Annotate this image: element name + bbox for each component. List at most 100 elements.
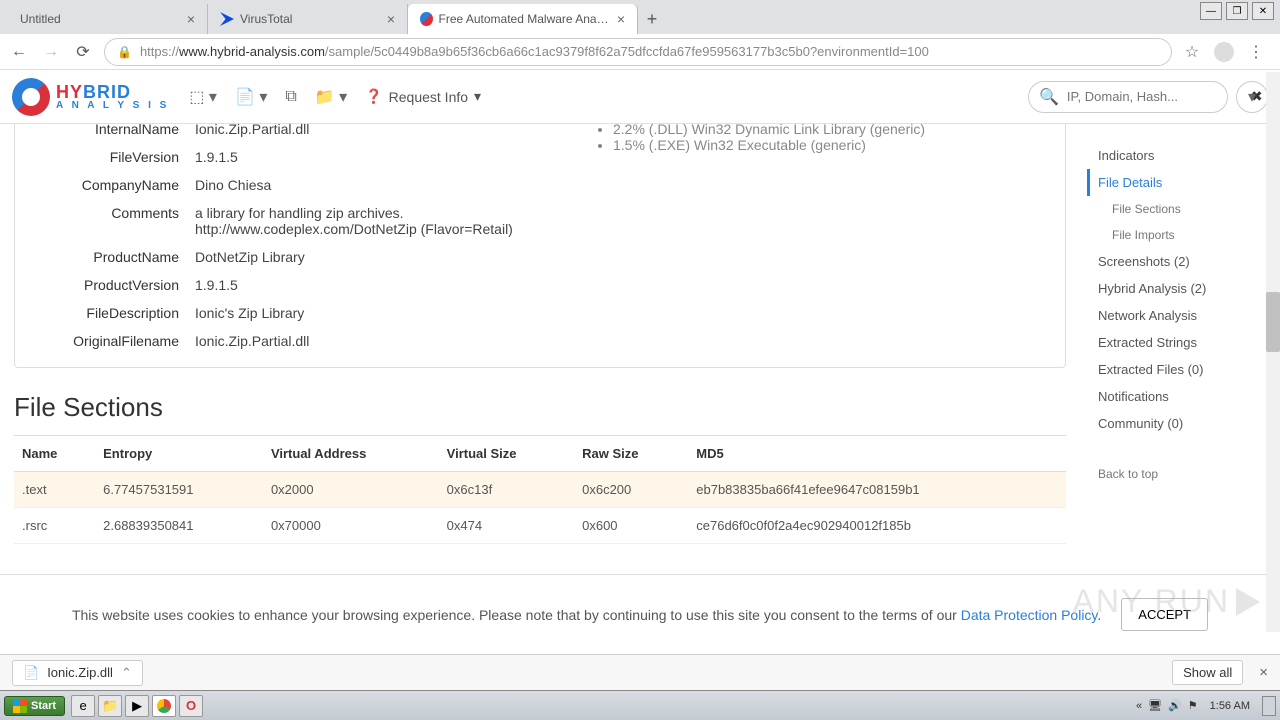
chevron-up-icon[interactable]: ⌃ (121, 665, 132, 681)
lock-icon: 🔒 (117, 45, 132, 59)
file-identity-panel: Assembly Version1.9.1.5InternalNameIonic… (15, 124, 555, 355)
back-to-top-link[interactable]: Back to top (1098, 461, 1280, 487)
star-icon[interactable]: ☆ (1182, 42, 1202, 62)
chevron-down-icon: ▾ (474, 88, 481, 105)
sidebar-item[interactable]: Community (0) (1098, 410, 1280, 437)
chrome-icon[interactable] (152, 695, 176, 717)
side-nav: IndicatorsFile DetailsFile SectionsFile … (1080, 124, 1280, 574)
col-header: Virtual Size (439, 436, 574, 472)
ie-icon[interactable]: e (71, 695, 95, 717)
url-host: www.hybrid-analysis.com (179, 44, 325, 59)
new-tab-button[interactable]: + (638, 4, 666, 34)
copy-icon[interactable]: ⧉ (285, 88, 296, 106)
col-header: Entropy (95, 436, 263, 472)
forward-button[interactable]: → (40, 41, 62, 63)
kv-label: CompanyName (15, 177, 195, 193)
tray-desktop-button[interactable] (1262, 696, 1276, 716)
kv-row: ProductVersion1.9.1.5 (15, 271, 555, 299)
sidebar-item[interactable]: File Sections (1098, 196, 1280, 222)
kv-label: FileDescription (15, 305, 195, 321)
close-icon[interactable]: × (187, 11, 195, 27)
opera-icon[interactable]: O (179, 695, 203, 717)
col-header: MD5 (688, 436, 1066, 472)
data-protection-link[interactable]: Data Protection Policy (961, 607, 1098, 623)
sidebar-item[interactable]: File Details (1087, 169, 1280, 196)
user-menu-button[interactable]: ▾ (1236, 81, 1268, 113)
url-path: /sample/5c0449b8a9b65f36cb6a66c1ac9379f8… (325, 44, 929, 59)
sidebar-item[interactable]: Network Analysis (1098, 302, 1280, 329)
sidebar-item[interactable]: Notifications (1098, 383, 1280, 410)
kv-row: CompanyNameDino Chiesa (15, 171, 555, 199)
kv-value: Ionic.Zip.Partial.dll (195, 333, 309, 349)
type-hint-item: 1.5% (.EXE) Win32 Executable (generic) (613, 137, 1065, 153)
kv-label: FileVersion (15, 149, 195, 165)
cell: .rsrc (14, 508, 95, 544)
kv-row: InternalNameIonic.Zip.Partial.dll (15, 124, 555, 143)
cell: 2.68839350841 (95, 508, 263, 544)
close-downloads-icon[interactable]: × (1259, 664, 1268, 681)
sidebar-item[interactable]: Extracted Files (0) (1098, 356, 1280, 383)
tray-monitor-icon[interactable]: 🖥 (1148, 699, 1162, 712)
back-button[interactable]: ← (8, 41, 30, 63)
kv-row: ProductNameDotNetZip Library (15, 243, 555, 271)
taskbar: Start e 📁 ▶ O « 🖥 🔊 ⚑ 1:56 AM (0, 690, 1280, 720)
close-icon[interactable]: × (617, 11, 625, 27)
cookie-banner: This website uses cookies to enhance you… (0, 574, 1280, 654)
file-icon: 📄 (23, 665, 39, 681)
logo[interactable]: HYBRID A N A L Y S I S (12, 78, 169, 116)
search-input[interactable] (1067, 89, 1243, 104)
table-row[interactable]: .text6.774575315910x20000x6c13f0x6c200eb… (14, 472, 1066, 508)
tab-untitled[interactable]: Untitled × (8, 4, 208, 34)
maximize-button[interactable]: ❐ (1226, 2, 1248, 20)
table-row[interactable]: .rsrc2.688393508410x700000x4740x600ce76d… (14, 508, 1066, 544)
page-scrollbar[interactable] (1266, 72, 1280, 632)
cell: 0x6c200 (574, 472, 688, 508)
cell: 0x600 (574, 508, 688, 544)
sidebar-item[interactable]: Extracted Strings (1098, 329, 1280, 356)
kv-value: a library for handling zip archives. htt… (195, 205, 525, 237)
logo-swirl-icon (12, 78, 50, 116)
upload-icon[interactable]: 📄 ▾ (235, 87, 267, 107)
site-header: HYBRID A N A L Y S I S ⬚ ▾ 📄 ▾ ⧉ 📁 ▾ ❓ R… (0, 70, 1280, 124)
url-scheme: https:// (140, 44, 179, 59)
download-item[interactable]: 📄 Ionic.Zip.dll ⌃ (12, 660, 143, 686)
tray-volume-icon[interactable]: 🔊 (1168, 699, 1182, 712)
reload-button[interactable]: ⟳ (72, 41, 94, 63)
cell: .text (14, 472, 95, 508)
start-button[interactable]: Start (4, 696, 65, 716)
cell: 0x474 (439, 508, 574, 544)
sidebar-item[interactable]: Indicators (1098, 142, 1280, 169)
sidebar-item[interactable]: File Imports (1098, 222, 1280, 248)
tray-flag-icon[interactable]: ⚑ (1188, 699, 1198, 712)
tab-virustotal[interactable]: VirusTotal × (208, 4, 408, 34)
close-icon[interactable]: × (387, 11, 395, 27)
url-input[interactable]: 🔒 https://www.hybrid-analysis.com/sample… (104, 38, 1172, 66)
downloads-bar: 📄 Ionic.Zip.dll ⌃ Show all × (0, 654, 1280, 690)
ha-favicon-icon (420, 12, 433, 26)
menu-icon[interactable]: ⋮ (1246, 42, 1266, 62)
cell: eb7b83835ba66f41efee9647c08159b1 (688, 472, 1066, 508)
show-all-button[interactable]: Show all (1172, 660, 1243, 685)
tab-label: Untitled (20, 12, 61, 26)
explorer-icon[interactable]: 📁 (98, 695, 122, 717)
media-icon[interactable]: ▶ (125, 695, 149, 717)
col-header: Name (14, 436, 95, 472)
sidebar-item[interactable]: Screenshots (2) (1098, 248, 1280, 275)
clock: 1:56 AM (1204, 700, 1256, 712)
tab-label: VirusTotal (240, 12, 292, 26)
folder-icon[interactable]: 📁 ▾ (315, 87, 347, 107)
sidebar-item[interactable]: Hybrid Analysis (2) (1098, 275, 1280, 302)
close-window-button[interactable]: ✕ (1252, 2, 1274, 20)
tray-expand-icon[interactable]: « (1136, 700, 1142, 712)
kv-value: Ionic.Zip.Partial.dll (195, 124, 309, 137)
profile-icon[interactable] (1214, 42, 1234, 62)
vt-favicon-icon (220, 12, 234, 26)
kv-label: ProductName (15, 249, 195, 265)
kv-label: ProductVersion (15, 277, 195, 293)
minimize-button[interactable]: — (1200, 2, 1222, 20)
tab-hybrid-analysis[interactable]: Free Automated Malware Analysis S × (408, 4, 638, 34)
search-icon: 🔍 (1039, 87, 1059, 107)
accept-button[interactable]: ACCEPT (1121, 598, 1208, 631)
cube-icon[interactable]: ⬚ ▾ (189, 87, 217, 107)
request-info-button[interactable]: ❓ Request Info ▾ (365, 88, 481, 105)
